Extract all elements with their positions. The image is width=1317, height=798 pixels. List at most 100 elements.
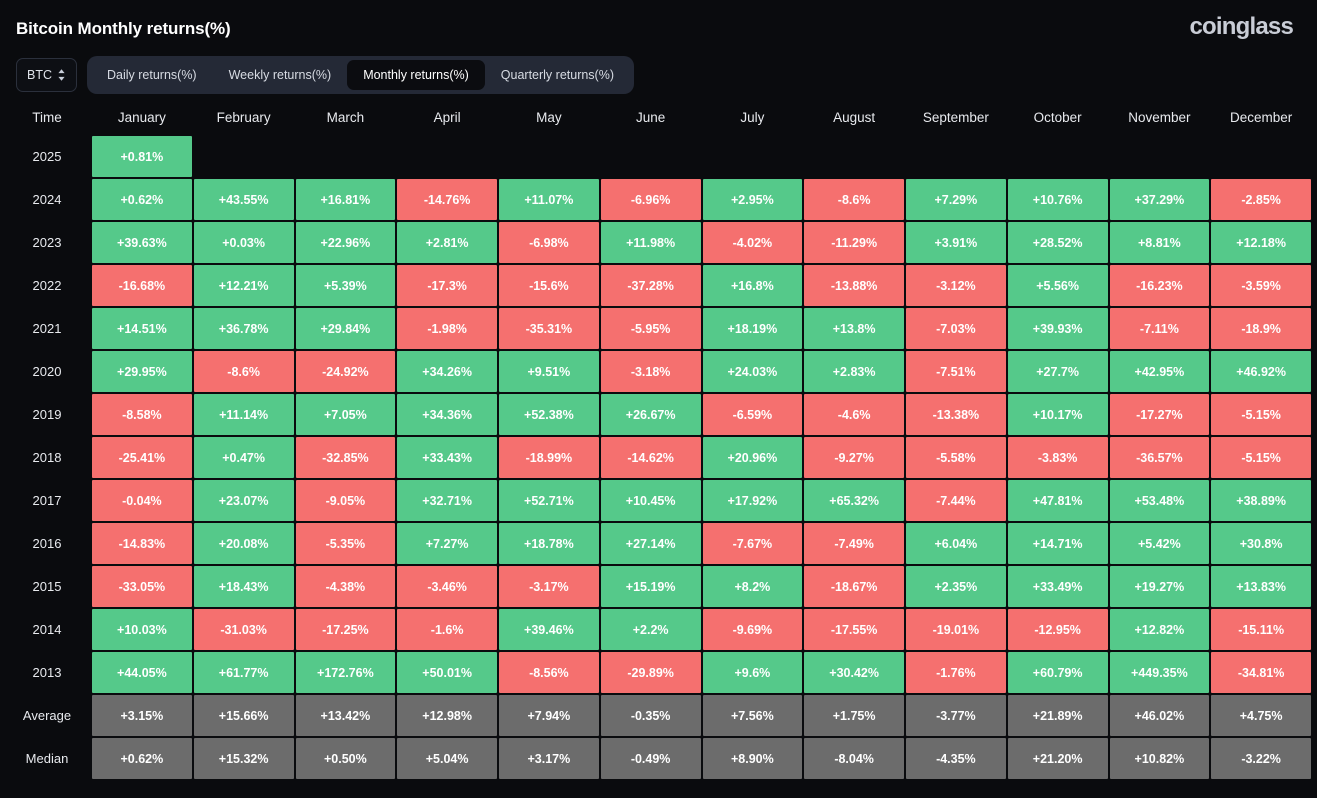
row-label-average: Average — [22, 708, 72, 723]
table-body: 2025 +0.81% 2024 +0.62% +43.55% +16.81% -14.76… — [4, 136, 1311, 779]
return-cell: +13.83% — [1211, 566, 1311, 607]
return-cell: +7.94% — [499, 695, 599, 736]
return-cell: +0.62% — [92, 738, 192, 779]
return-cell: +34.26% — [397, 351, 497, 392]
return-cell: +12.82% — [1109, 609, 1210, 650]
return-cell: -5.15% — [1211, 437, 1311, 478]
monthly-returns-table: Time January February March April May June July… — [2, 98, 1313, 781]
column-header-october: October — [1033, 109, 1082, 125]
return-cell: +15.19% — [600, 566, 701, 607]
return-cell — [194, 136, 294, 177]
row-label-2023: 2023 — [32, 235, 62, 250]
table-header: Time January February March April May June July… — [4, 100, 1311, 134]
return-cell: +21.89% — [1007, 695, 1108, 736]
return-cell: +39.93% — [1007, 308, 1108, 349]
return-cell: +10.82% — [1109, 738, 1210, 779]
return-cell: -35.31% — [499, 308, 599, 349]
return-cell: +449.35% — [1109, 652, 1210, 693]
tab-daily-returns[interactable]: Daily returns(%) — [91, 60, 213, 90]
return-cell — [1110, 136, 1210, 177]
return-cell: +42.95% — [1109, 351, 1210, 392]
return-cell — [906, 136, 1006, 177]
return-cell: -8.04% — [804, 738, 904, 779]
table-row: 2024 +0.62% +43.55% +16.81% -14.76% +11.07% -6… — [4, 179, 1311, 220]
return-cell: +43.55% — [193, 179, 294, 220]
return-cell: -3.12% — [906, 265, 1006, 306]
page-title: Bitcoin Monthly returns(%) — [16, 18, 231, 38]
return-cell — [1211, 136, 1311, 177]
table-row: 2014 +10.03% -31.03% -17.25% -1.6% +39.46% +2.… — [4, 609, 1311, 650]
return-cell: +8.81% — [1109, 222, 1210, 263]
return-cell: +27.7% — [1007, 351, 1108, 392]
return-cell — [499, 136, 599, 177]
row-label-2022: 2022 — [32, 278, 62, 293]
row-label-2015: 2015 — [32, 579, 62, 594]
return-cell: -16.23% — [1109, 265, 1210, 306]
return-cell: +11.07% — [499, 179, 599, 220]
return-cell: -17.25% — [295, 609, 396, 650]
return-cell: +39.46% — [499, 609, 599, 650]
return-cell: +2.81% — [397, 222, 497, 263]
return-cell: -3.77% — [906, 695, 1006, 736]
return-cell: +2.2% — [600, 609, 701, 650]
return-cell: -13.38% — [906, 394, 1006, 435]
return-cell: +28.52% — [1007, 222, 1108, 263]
return-cell: +18.43% — [193, 566, 294, 607]
return-cell: +14.51% — [92, 308, 192, 349]
return-cell: -1.6% — [397, 609, 497, 650]
return-cell: -32.85% — [295, 437, 396, 478]
row-label-2014: 2014 — [32, 622, 62, 637]
row-label-2013: 2013 — [32, 665, 62, 680]
controls-row: BTC Daily returns(%) Weekly returns(%) M… — [0, 52, 1317, 98]
return-cell: -8.6% — [804, 179, 904, 220]
table-row: 2021 +14.51% +36.78% +29.84% -1.98% -35.31% -5… — [4, 308, 1311, 349]
row-label-2025: 2025 — [32, 149, 62, 164]
return-cell: -13.88% — [804, 265, 904, 306]
tab-quarterly-returns[interactable]: Quarterly returns(%) — [485, 60, 630, 90]
column-header-january: January — [117, 109, 166, 125]
symbol-selector[interactable]: BTC — [16, 58, 77, 92]
return-cell: +50.01% — [397, 652, 497, 693]
return-cell: -36.57% — [1109, 437, 1210, 478]
return-cell: +5.04% — [397, 738, 497, 779]
tab-monthly-returns[interactable]: Monthly returns(%) — [347, 60, 485, 90]
return-cell: +27.14% — [600, 523, 701, 564]
return-cell: -4.02% — [702, 222, 803, 263]
return-cell: +36.78% — [193, 308, 294, 349]
return-cell: +172.76% — [295, 652, 396, 693]
return-cell: -4.38% — [295, 566, 396, 607]
return-cell: +53.48% — [1109, 480, 1210, 521]
return-cell: +61.77% — [193, 652, 294, 693]
chevron-up-down-icon — [57, 68, 66, 82]
return-cell: +2.83% — [804, 351, 904, 392]
return-cell: +23.07% — [193, 480, 294, 521]
return-cell: +7.05% — [295, 394, 396, 435]
return-cell: +5.42% — [1109, 523, 1210, 564]
return-cell: +18.78% — [499, 523, 599, 564]
return-cell: +20.08% — [193, 523, 294, 564]
return-cell: +21.20% — [1007, 738, 1108, 779]
return-cell: -7.51% — [906, 351, 1006, 392]
returns-table-wrapper: Time January February March April May June July… — [0, 98, 1317, 781]
table-row: 2019 -8.58% +11.14% +7.05% +34.36% +52.38% +26… — [4, 394, 1311, 435]
table-header-row: Time January February March April May June July… — [4, 100, 1311, 134]
return-cell: -6.96% — [600, 179, 701, 220]
return-cell: +32.71% — [397, 480, 497, 521]
row-label-2021: 2021 — [32, 321, 62, 336]
column-header-december: December — [1229, 109, 1293, 125]
return-cell: +16.8% — [702, 265, 803, 306]
column-header-june: June — [635, 109, 666, 125]
return-cell: +10.76% — [1007, 179, 1108, 220]
return-cell: +10.45% — [600, 480, 701, 521]
return-cell: +0.50% — [295, 738, 396, 779]
tab-weekly-returns[interactable]: Weekly returns(%) — [213, 60, 348, 90]
return-cell: +52.38% — [499, 394, 599, 435]
return-cell: -8.58% — [92, 394, 192, 435]
table-row: 2015 -33.05% +18.43% -4.38% -3.46% -3.17% +15.… — [4, 566, 1311, 607]
return-cell: +15.32% — [193, 738, 294, 779]
return-cell: +47.81% — [1007, 480, 1108, 521]
return-cell: -1.76% — [906, 652, 1006, 693]
return-cell: +9.51% — [499, 351, 599, 392]
return-cell: +0.62% — [92, 179, 192, 220]
return-cell: -0.35% — [600, 695, 701, 736]
